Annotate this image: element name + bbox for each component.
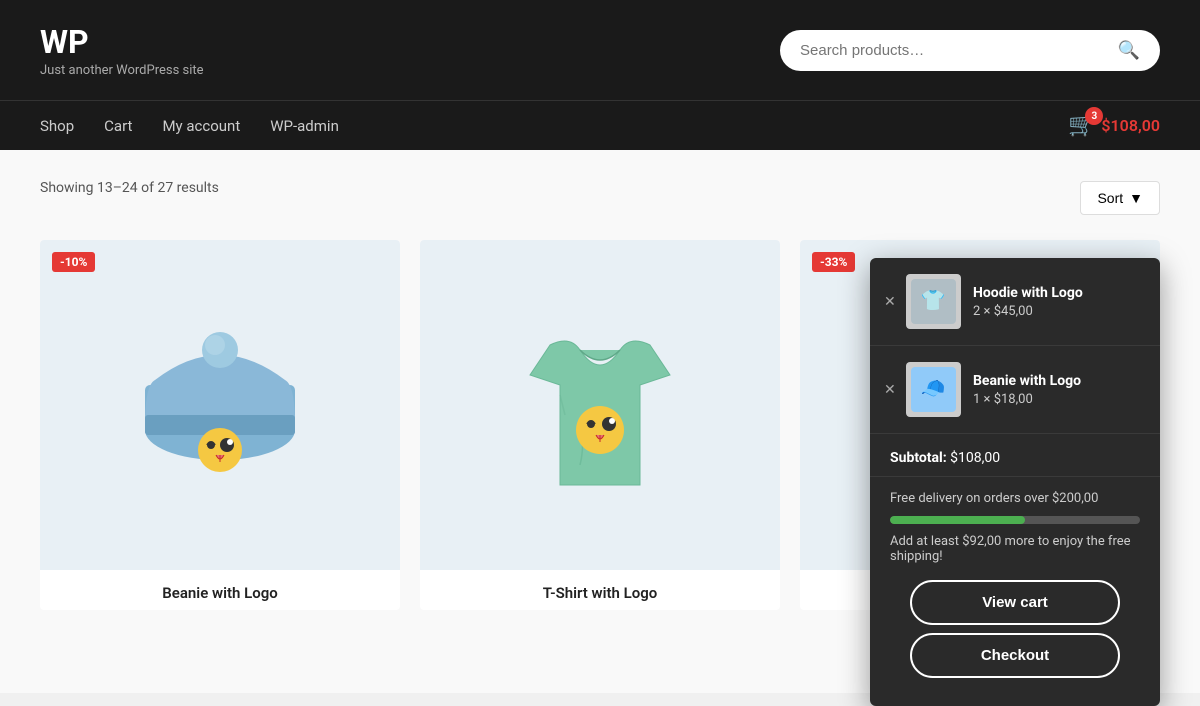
nav-wp-admin[interactable]: WP-admin [270,117,339,135]
sort-button[interactable]: Sort ▼ [1080,181,1160,215]
site-logo[interactable]: WP [40,23,204,61]
top-bar: Showing 13–24 of 27 results Sort ▼ [40,180,1160,216]
cart-total: $108,00 [1101,116,1160,135]
search-icon[interactable]: 🔍 [1118,40,1140,61]
header: WP Just another WordPress site 🔍 [0,0,1200,100]
nav-bar: Shop Cart My account WP-admin 🛒 3 $108,0… [0,100,1200,150]
cart-icon-wrap: 🛒 3 [1068,113,1095,138]
beanie-illustration [120,285,320,525]
product-badge-beanie: -10% [52,252,95,272]
product-badge-single: -33% [812,252,855,272]
cart-item-hoodie: ✕ 👕 Hoodie with Logo 2 × $45,00 [870,258,1160,346]
hoodie-details: Hoodie with Logo 2 × $45,00 [973,285,1140,319]
beanie-details: Beanie with Logo 1 × $18,00 [973,373,1140,407]
checkout-button[interactable]: Checkout [910,633,1120,678]
results-info: Showing 13–24 of 27 results [40,180,219,196]
product-name-beanie: Beanie with Logo [40,570,400,610]
remove-beanie-button[interactable]: ✕ [884,383,896,397]
search-bar: 🔍 [780,30,1160,71]
hoodie-name: Hoodie with Logo [973,285,1140,301]
cart-area[interactable]: 🛒 3 $108,00 ✕ 👕 Hoodie with Logo 2 × $45… [1068,113,1160,138]
delivery-section: Free delivery on orders over $200,00 Add… [870,477,1160,678]
subtotal-row: Subtotal: $108,00 [870,434,1160,477]
logo-area: WP Just another WordPress site [40,23,204,78]
hoodie-image: 👕 [911,279,956,324]
delivery-progress-fill [890,516,1025,524]
svg-text:🧢: 🧢 [921,376,946,400]
delivery-progress-bar [890,516,1140,524]
svg-text:👕: 👕 [921,288,946,312]
view-cart-button[interactable]: View cart [910,580,1120,625]
delivery-note: Add at least $92,00 more to enjoy the fr… [890,534,1140,564]
search-input[interactable] [800,42,1118,59]
beanie-thumbnail: 🧢 [906,362,961,417]
remove-hoodie-button[interactable]: ✕ [884,295,896,309]
product-card-beanie[interactable]: -10% [40,240,400,610]
nav-shop[interactable]: Shop [40,117,74,135]
cart-dropdown: ✕ 👕 Hoodie with Logo 2 × $45,00 ✕ [870,258,1160,706]
hoodie-qty-price: 2 × $45,00 [973,304,1140,319]
subtotal-value: $108,00 [950,450,1000,466]
sort-label: Sort [1097,190,1123,206]
beanie-image: 🧢 [911,367,956,412]
beanie-qty-price: 1 × $18,00 [973,392,1140,407]
delivery-text: Free delivery on orders over $200,00 [890,491,1140,506]
nav-cart[interactable]: Cart [104,117,132,135]
product-image-tshirt [420,240,780,570]
product-image-beanie: -10% [40,240,400,570]
nav-links: Shop Cart My account WP-admin [40,117,339,135]
tshirt-illustration [500,285,700,525]
sort-chevron-icon: ▼ [1129,190,1143,206]
product-card-tshirt[interactable]: T-Shirt with Logo [420,240,780,610]
beanie-name: Beanie with Logo [973,373,1140,389]
nav-my-account[interactable]: My account [162,117,240,135]
cart-item-beanie: ✕ 🧢 Beanie with Logo 1 × $18,00 [870,346,1160,434]
product-name-tshirt: T-Shirt with Logo [420,570,780,610]
site-tagline: Just another WordPress site [40,63,204,78]
hoodie-thumbnail: 👕 [906,274,961,329]
subtotal-label: Subtotal: [890,450,947,466]
